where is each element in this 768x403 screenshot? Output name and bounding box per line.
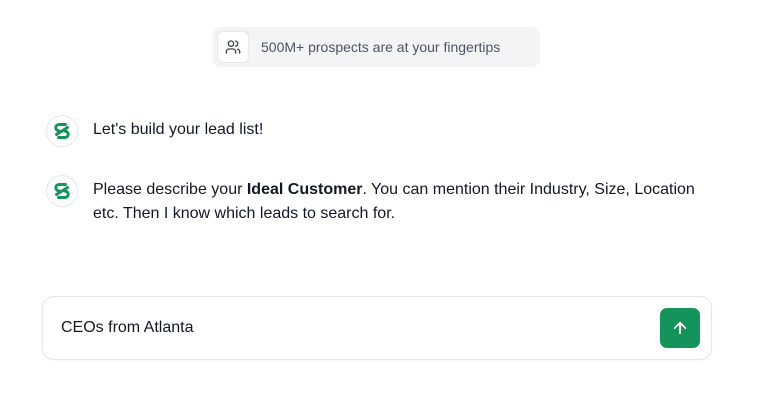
- message-text: Let's build your lead list!: [93, 121, 264, 138]
- chat-page: 500M+ prospects are at your fingertips L…: [0, 0, 768, 403]
- assistant-avatar: [46, 175, 78, 207]
- message-text: Please describe your Ideal Customer. You…: [93, 175, 703, 226]
- users-icon-box: [217, 31, 249, 63]
- ideal-customer-emphasis: Ideal Customer: [246, 181, 363, 198]
- brand-logo-icon: [54, 123, 70, 139]
- chat-input[interactable]: [61, 309, 641, 347]
- assistant-message: Let's build your lead list!: [46, 115, 703, 147]
- assistant-avatar: [46, 115, 78, 147]
- banner-text: 500M+ prospects are at your fingertips: [261, 39, 501, 55]
- message-text-part: Please describe your: [93, 181, 247, 198]
- assistant-message: Please describe your Ideal Customer. You…: [46, 175, 703, 226]
- chat-composer: [42, 296, 712, 360]
- send-button[interactable]: [660, 308, 700, 348]
- arrow-up-icon: [673, 321, 687, 335]
- users-icon: [225, 40, 241, 54]
- brand-logo-icon: [54, 183, 70, 199]
- prospects-banner: 500M+ prospects are at your fingertips: [213, 27, 540, 67]
